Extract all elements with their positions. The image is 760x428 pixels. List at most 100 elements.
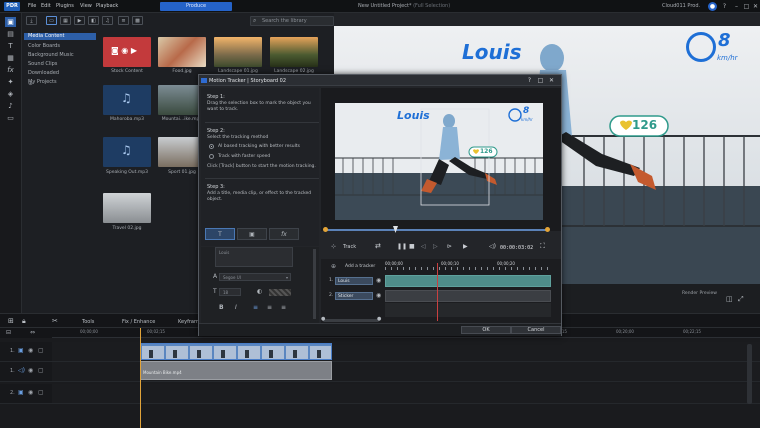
lock-icon[interactable]: ▢ xyxy=(38,347,44,354)
lock-icon[interactable]: ▢ xyxy=(38,367,44,374)
font-select[interactable]: Segoe UI ▾ xyxy=(219,273,291,281)
ok-button[interactable]: OK xyxy=(461,326,511,334)
thumb-mahoroba[interactable]: ♫ xyxy=(103,85,151,115)
sort-icon[interactable]: ≡ xyxy=(118,16,129,25)
eye-icon[interactable]: ◉ xyxy=(28,367,33,374)
thumb-stock-content[interactable]: ◙ ◉ ▶ xyxy=(103,37,151,67)
subtitle-room-icon[interactable]: ▭ xyxy=(5,113,16,123)
stop-icon[interactable]: ■ xyxy=(409,243,415,250)
menu-plugins[interactable]: Plugins xyxy=(56,3,74,9)
tracker-name[interactable]: Louis xyxy=(335,277,373,285)
track-manager-icon[interactable]: ⊞ xyxy=(8,317,14,325)
render-preview-label[interactable]: Render Preview xyxy=(682,291,717,296)
zoom-out-icon[interactable]: ● xyxy=(321,316,325,322)
dialog-maximize-icon[interactable]: □ xyxy=(536,76,545,85)
snapshot-icon[interactable]: ◫ xyxy=(726,295,733,303)
track-button[interactable]: Track xyxy=(343,244,356,250)
pause-icon[interactable]: ❚❚ xyxy=(397,243,407,250)
thumb-speaking-out[interactable]: ♫ xyxy=(103,137,151,167)
lock-icon[interactable]: ▢ xyxy=(38,389,44,396)
thumb-landscape-02[interactable] xyxy=(270,37,318,67)
align-left-icon[interactable]: ≡ xyxy=(253,304,258,311)
account-icon[interactable]: ● xyxy=(708,2,717,11)
step-forward-icon[interactable]: ▶ xyxy=(463,243,468,250)
plugin-room-icon[interactable]: ▤ xyxy=(5,29,16,39)
fx-room-icon[interactable]: fx xyxy=(5,65,16,75)
tracker-row-louis[interactable]: 1. Louis ◉ xyxy=(321,276,381,286)
thumb-landscape-01[interactable] xyxy=(214,37,262,67)
media-room-icon[interactable]: ▣ xyxy=(5,17,16,27)
transition-room-icon[interactable]: ▦ xyxy=(5,53,16,63)
thumb-travel-02[interactable] xyxy=(103,193,151,223)
fit-icon[interactable]: ⊟ xyxy=(6,329,11,336)
radio-ai-tracking[interactable] xyxy=(209,144,214,149)
prev-frame-icon[interactable]: ◁ xyxy=(421,243,426,250)
title-room-icon[interactable]: T xyxy=(5,41,16,51)
grid-icon[interactable]: ▩ xyxy=(132,16,143,25)
add-category-icon[interactable]: ⊕ xyxy=(28,80,33,87)
timeline-playhead[interactable] xyxy=(140,328,141,428)
import-icon[interactable]: ⤓ xyxy=(26,16,37,25)
tracker-lane-louis[interactable] xyxy=(385,275,551,287)
audio-room-icon[interactable]: ♪ xyxy=(5,101,16,111)
tracker-ruler[interactable]: 00;00;00 00;00;10 00;00;20 xyxy=(385,261,551,270)
fullscreen-icon[interactable]: ⤢ xyxy=(738,295,744,304)
tracker-preview-window[interactable]: Louis 8 km/hr 126 xyxy=(335,103,543,220)
track-options-icon[interactable]: ⇄ xyxy=(375,242,381,250)
fast-forward-icon[interactable]: ⊳ xyxy=(447,243,452,250)
snapshot-icon[interactable]: ⛶ xyxy=(540,242,545,251)
track-lane[interactable] xyxy=(52,384,760,404)
category-color-boards[interactable]: Color Boards xyxy=(28,43,60,49)
slider-start-handle[interactable] xyxy=(323,227,328,232)
explorer-view-icon[interactable]: ▦ xyxy=(60,16,71,25)
audio-clip[interactable]: Mountain Bike.mp4 xyxy=(140,361,332,380)
timeline-scrollbar[interactable] xyxy=(747,344,752,404)
bold-icon[interactable]: B xyxy=(219,304,224,311)
font-size-select[interactable]: 18 xyxy=(219,288,241,296)
tracker-lane-sticker[interactable] xyxy=(385,290,551,302)
italic-icon[interactable]: I xyxy=(235,304,237,311)
menu-file[interactable]: File xyxy=(28,3,36,9)
tracker-name[interactable]: Sticker xyxy=(335,292,373,300)
eye-icon[interactable]: ◉ xyxy=(376,292,381,299)
dialog-help-icon[interactable]: ? xyxy=(525,76,534,85)
category-sound-clips[interactable]: Sound Clips xyxy=(28,61,57,67)
minimize-icon[interactable]: – xyxy=(732,2,741,11)
maximize-icon[interactable]: □ xyxy=(742,2,751,11)
add-tracker-icon[interactable]: ⊕ xyxy=(331,263,336,270)
help-icon[interactable]: ? xyxy=(720,2,729,11)
color-icon[interactable]: ◐ xyxy=(257,288,262,295)
close-icon[interactable]: ✕ xyxy=(751,2,760,11)
fix-enhance-button[interactable]: Fix / Enhance xyxy=(122,319,155,325)
filter-video-icon[interactable]: ▶ xyxy=(74,16,85,25)
add-title-button[interactable]: T xyxy=(205,228,235,240)
align-right-icon[interactable]: ≡ xyxy=(281,304,286,311)
filter-audio-icon[interactable]: ♫ xyxy=(102,16,113,25)
library-view-icon[interactable]: ▭ xyxy=(46,16,57,25)
lock-icon[interactable]: 🔒︎ xyxy=(22,317,26,326)
add-tracker-label[interactable]: Add a tracker xyxy=(345,264,375,269)
category-media-content[interactable]: Media Content xyxy=(24,33,96,40)
search-input[interactable]: ⌕ Search the library xyxy=(250,16,334,26)
menu-playback[interactable]: Playback xyxy=(96,3,118,9)
particle-room-icon[interactable]: ✦ xyxy=(5,77,16,87)
menu-edit[interactable]: Edit xyxy=(41,3,51,9)
zoom-icon[interactable]: ⇔ xyxy=(30,329,35,336)
tracker-zoom-slider[interactable] xyxy=(323,319,379,322)
trim-slider[interactable] xyxy=(323,226,550,234)
add-effect-button[interactable]: fx xyxy=(269,228,299,240)
color-swatch[interactable] xyxy=(269,289,291,296)
thumb-food[interactable] xyxy=(158,37,206,67)
category-downloaded[interactable]: Downloaded xyxy=(28,70,59,76)
category-background-music[interactable]: Background Music xyxy=(28,52,74,58)
cancel-button[interactable]: Cancel xyxy=(511,326,561,334)
eye-icon[interactable]: ◉ xyxy=(28,389,33,396)
produce-button[interactable]: Produce xyxy=(160,2,232,11)
add-media-button[interactable]: ▣ xyxy=(237,228,267,240)
align-center-icon[interactable]: ≡ xyxy=(267,304,272,311)
zoom-in-icon[interactable]: ● xyxy=(377,316,381,322)
eye-icon[interactable]: ◉ xyxy=(376,277,381,284)
tracker-playhead[interactable] xyxy=(437,263,438,321)
title-text-input[interactable]: Louis xyxy=(215,247,293,267)
eye-icon[interactable]: ◉ xyxy=(28,347,33,354)
